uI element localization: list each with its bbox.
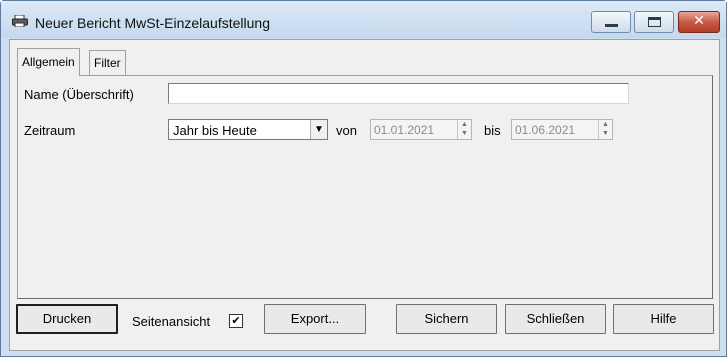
check-icon: ✔ — [231, 315, 241, 327]
spinner-arrows-icon[interactable]: ▲ ▼ — [598, 120, 612, 139]
preview-checkbox[interactable]: ✔ — [229, 314, 243, 328]
report-dialog-window: Neuer Bericht MwSt-Einzelaufstellung ✕ A… — [0, 0, 727, 357]
title-bar[interactable]: Neuer Bericht MwSt-Einzelaufstellung ✕ — [1, 1, 726, 38]
to-date-input[interactable]: 01.06.2021 ▲ ▼ — [511, 119, 613, 140]
tab-panel-allgemein — [17, 75, 713, 299]
dropdown-arrow-icon[interactable]: ▼ — [310, 120, 327, 139]
print-button[interactable]: Drucken — [16, 304, 118, 334]
preview-label: Seitenansicht — [132, 314, 211, 329]
period-label: Zeitraum — [24, 123, 76, 138]
name-label: Name (Überschrift) — [24, 87, 134, 102]
minimize-icon — [605, 24, 618, 27]
from-label: von — [336, 123, 357, 138]
dialog-client-area: Allgemein Filter Name (Überschrift) Zeit… — [9, 39, 720, 351]
name-input[interactable] — [168, 83, 629, 104]
maximize-button[interactable] — [634, 11, 674, 33]
close-window-button[interactable]: ✕ — [678, 11, 720, 33]
help-button[interactable]: Hilfe — [613, 304, 714, 334]
to-label: bis — [484, 123, 501, 138]
save-button[interactable]: Sichern — [396, 304, 497, 334]
export-button[interactable]: Export... — [264, 304, 366, 334]
printer-icon — [12, 15, 28, 27]
period-select-value: Jahr bis Heute — [173, 123, 257, 138]
from-date-input[interactable]: 01.01.2021 ▲ ▼ — [370, 119, 472, 140]
period-select[interactable]: Jahr bis Heute ▼ — [168, 119, 328, 140]
close-icon: ✕ — [693, 13, 705, 29]
tab-filter[interactable]: Filter — [89, 50, 126, 75]
close-button[interactable]: Schließen — [505, 304, 606, 334]
to-date-value: 01.06.2021 — [515, 123, 576, 137]
window-title: Neuer Bericht MwSt-Einzelaufstellung — [35, 15, 270, 31]
from-date-value: 01.01.2021 — [374, 123, 435, 137]
minimize-button[interactable] — [591, 11, 631, 33]
maximize-icon — [648, 17, 661, 27]
spinner-arrows-icon[interactable]: ▲ ▼ — [457, 120, 471, 139]
tab-allgemein[interactable]: Allgemein — [17, 48, 80, 76]
